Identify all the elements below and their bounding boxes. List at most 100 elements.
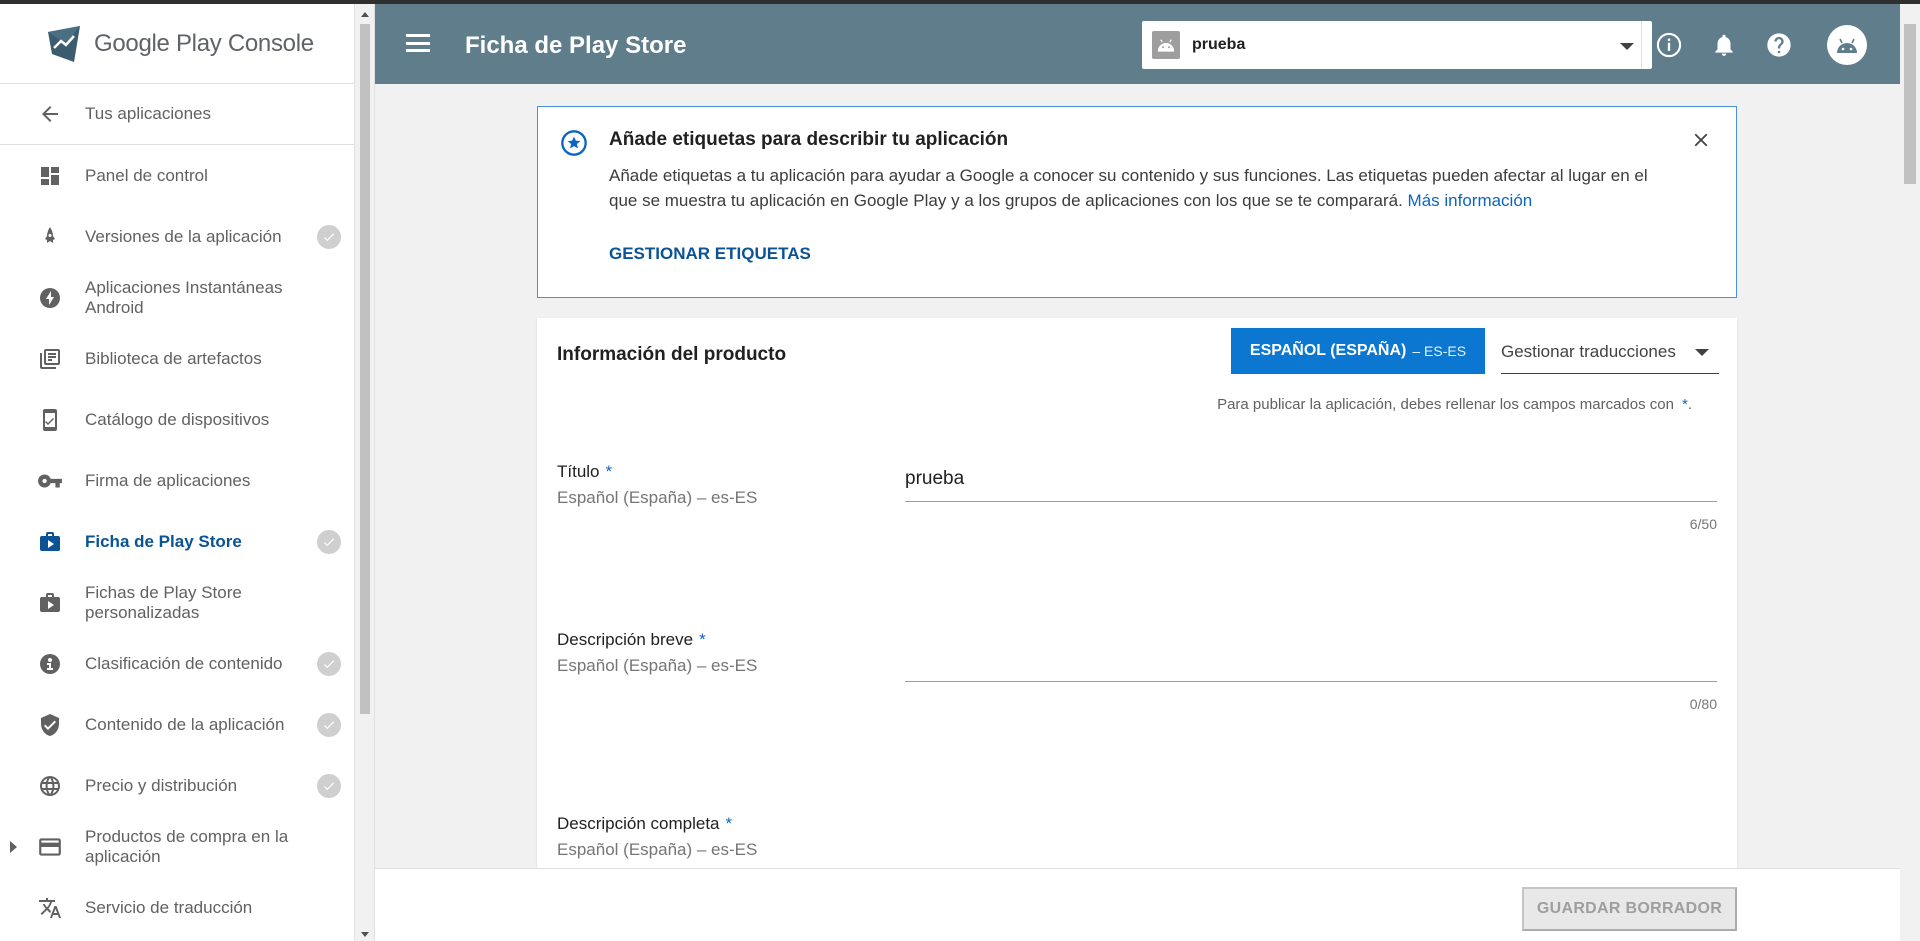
globe-icon (37, 773, 63, 799)
check-icon (317, 529, 341, 554)
title-field: Título * Español (España) – es-ES prueba … (557, 462, 1717, 552)
logo[interactable]: Google Play Console (0, 4, 354, 84)
page-title: Ficha de Play Store (465, 32, 687, 59)
main-scrollbar[interactable] (1900, 4, 1920, 941)
field-locale: Español (España) – es-ES (557, 840, 758, 859)
sidebar-item-app-content[interactable]: Contenido de la aplicación (0, 694, 354, 755)
play-console-logo-icon (48, 25, 80, 62)
library-icon (37, 346, 63, 372)
sidebar-item-pricing-distribution[interactable]: Precio y distribución (0, 755, 354, 816)
sidebar-item-releases[interactable]: Versiones de la aplicación (0, 206, 354, 267)
scroll-up-arrow-icon[interactable] (361, 12, 369, 17)
char-counter: 0/80 (1689, 696, 1717, 712)
save-bar: GUARDAR BORRADOR (375, 868, 1900, 941)
arrow-back-icon (37, 101, 63, 127)
rating-icon (37, 651, 63, 677)
android-icon (1837, 38, 1857, 53)
field-locale: Español (España) – es-ES (557, 656, 758, 675)
tags-banner: Añade etiquetas para describir tu aplica… (537, 106, 1737, 298)
field-locale: Español (España) – es-ES (557, 488, 758, 507)
check-icon (317, 773, 341, 798)
key-icon (37, 468, 63, 494)
expand-caret-icon[interactable] (10, 840, 17, 853)
check-icon (317, 712, 341, 737)
char-counter: 6/50 (1689, 516, 1717, 532)
required-fields-note: Para publicar la aplicación, debes relle… (1217, 396, 1692, 413)
product-info-title: Información del producto (557, 344, 787, 365)
main-scrollbar-thumb[interactable] (1904, 24, 1916, 184)
sidebar-item-app-signing[interactable]: Firma de aplicaciones (0, 450, 354, 511)
required-note-end: . (1687, 396, 1692, 413)
account-avatar[interactable] (1827, 25, 1867, 65)
back-label: Tus aplicaciones (85, 104, 211, 123)
sidebar-item-label: Precio y distribución (85, 775, 238, 795)
device-icon (37, 407, 63, 433)
sidebar-item-label: Productos de compra en la aplicación (85, 826, 289, 866)
product-info-card: Información del producto ESPAÑOL (ESPAÑA… (537, 318, 1737, 941)
chevron-down-icon (1620, 43, 1634, 50)
sidebar-item-label: Versiones de la aplicación (85, 226, 282, 246)
sidebar-scrollbar[interactable] (355, 4, 375, 941)
save-draft-button[interactable]: GUARDAR BORRADOR (1522, 887, 1737, 931)
android-app-icon (1152, 31, 1180, 59)
full-description-field: Descripción completa * Español (España) –… (557, 814, 1717, 874)
close-icon[interactable] (1690, 129, 1712, 151)
title-input[interactable]: prueba (905, 462, 1717, 502)
menu-icon[interactable] (405, 30, 431, 56)
sidebar-item-custom-store-listings[interactable]: Fichas de Play Store personalizadas (0, 572, 354, 633)
back-to-apps[interactable]: Tus aplicaciones (0, 84, 354, 145)
sidebar-scrollbar-thumb[interactable] (360, 24, 370, 714)
app-selector-value: prueba (1192, 36, 1246, 53)
language-code: – ES-ES (1412, 343, 1467, 359)
sidebar-item-label: Aplicaciones Instantáneas Android (85, 277, 283, 317)
short-description-field: Descripción breve * Español (España) – es… (557, 630, 1717, 720)
language-button[interactable]: ESPAÑOL (ESPAÑA) – ES-ES (1231, 328, 1485, 374)
chevron-down-icon (1695, 349, 1709, 356)
manage-translations-select[interactable]: Gestionar traducciones (1501, 328, 1719, 374)
sidebar-item-instant-apps[interactable]: Aplicaciones Instantáneas Android (0, 267, 354, 328)
store-custom-icon (37, 590, 63, 616)
sidebar-item-label: Servicio de traducción (85, 897, 253, 917)
logo-text: Google Play Console (94, 29, 314, 57)
top-app-bar: Ficha de Play Store prueba (375, 4, 1900, 84)
field-label: Título * (557, 462, 613, 481)
sidebar-item-label: Contenido de la aplicación (85, 714, 285, 734)
info-icon[interactable] (1655, 31, 1683, 59)
sidebar-item-label: Catálogo de dispositivos (85, 409, 270, 429)
dashboard-icon (37, 163, 63, 189)
rocket-icon (37, 224, 63, 250)
field-label: Descripción breve * (557, 630, 706, 649)
sidebar-item-in-app-products[interactable]: Productos de compra en la aplicación (0, 816, 354, 877)
more-info-link[interactable]: Más información (1408, 191, 1533, 210)
sidebar-item-label: Clasificación de contenido (85, 653, 283, 673)
scroll-down-arrow-icon[interactable] (361, 932, 369, 937)
sidebar-item-artifact-library[interactable]: Biblioteca de artefactos (0, 328, 354, 389)
store-icon (37, 529, 63, 555)
sidebar-item-device-catalog[interactable]: Catálogo de dispositivos (0, 389, 354, 450)
sidebar-item-dashboard[interactable]: Panel de control (0, 145, 354, 206)
sidebar-item-label: Biblioteca de artefactos (85, 348, 262, 368)
translate-icon (37, 895, 63, 921)
field-label: Descripción completa * (557, 814, 733, 833)
notifications-bell-icon[interactable] (1710, 31, 1738, 59)
required-note-text: Para publicar la aplicación, debes relle… (1217, 396, 1674, 413)
sidebar-item-content-rating[interactable]: Clasificación de contenido (0, 633, 354, 694)
sidebar-item-label: Panel de control (85, 165, 208, 185)
check-icon (317, 651, 341, 676)
banner-title: Añade etiquetas para describir tu aplica… (609, 129, 1009, 150)
sidebar-item-translation-service[interactable]: Servicio de traducción (0, 877, 354, 938)
banner-text: Añade etiquetas a tu aplicación para ayu… (609, 163, 1679, 213)
app-selector[interactable]: prueba (1142, 21, 1652, 69)
sidebar-item-label: Firma de aplicaciones (85, 470, 251, 490)
help-icon[interactable] (1765, 31, 1793, 59)
divider (1641, 21, 1642, 69)
sidebar: Google Play Console Tus aplicaciones Pan… (0, 4, 355, 941)
short-description-input[interactable] (905, 630, 1717, 682)
shield-icon (37, 712, 63, 738)
star-badge-icon (561, 130, 587, 156)
sidebar-item-label: Ficha de Play Store (85, 531, 242, 551)
sidebar-item-store-listing[interactable]: Ficha de Play Store (0, 511, 354, 572)
manage-tags-button[interactable]: GESTIONAR ETIQUETAS (609, 244, 811, 264)
sidebar-item-label: Fichas de Play Store personalizadas (85, 582, 242, 622)
credit-card-icon (37, 834, 63, 860)
